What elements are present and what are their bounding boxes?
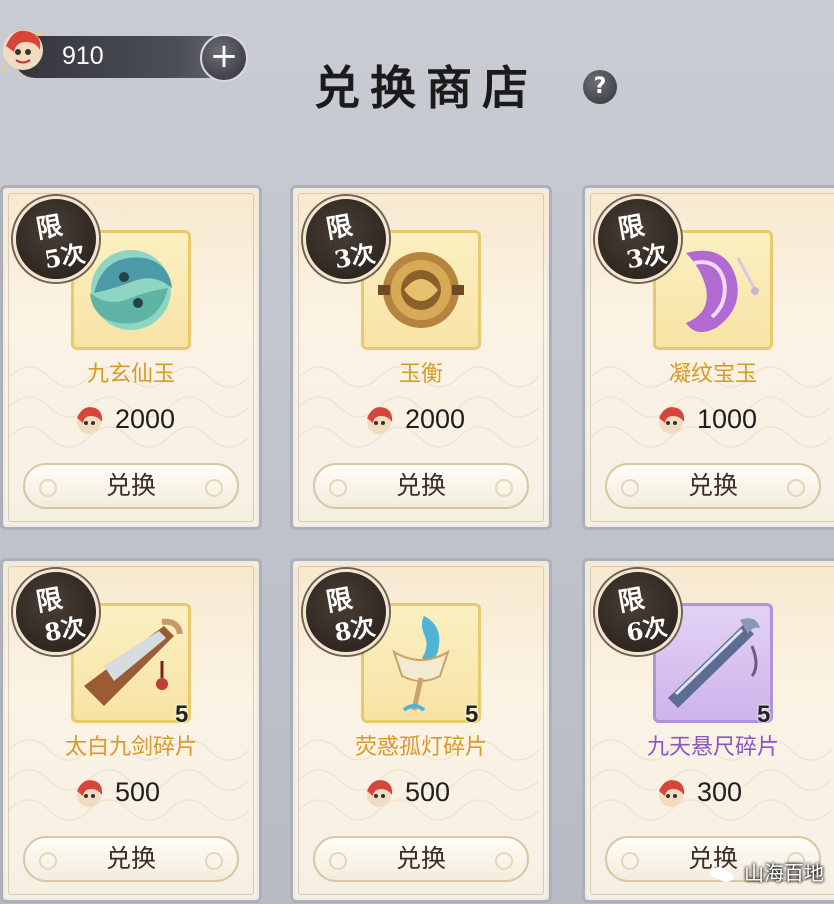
item-name: 荧惑孤灯碎片 bbox=[354, 735, 487, 760]
purchase-limit-badge: 限 5次 bbox=[13, 196, 99, 282]
exchange-token-icon bbox=[2, 30, 43, 70]
help-button[interactable]: ? bbox=[583, 70, 617, 104]
purchase-limit-badge: 限 8次 bbox=[13, 569, 99, 655]
price-row: 500 bbox=[3, 773, 259, 813]
exchange-token-icon bbox=[77, 407, 103, 434]
exchange-token-icon bbox=[77, 780, 103, 807]
shop-item-card-2: 限 3次 玉衡 2000 兑换 bbox=[290, 185, 552, 530]
price-row: 500 bbox=[293, 773, 549, 813]
item-price: 500 bbox=[115, 777, 161, 807]
limit-count: 3次 bbox=[624, 238, 670, 275]
purchase-limit-badge: 限 6次 bbox=[595, 569, 681, 655]
item-name: 九天悬尺碎片 bbox=[646, 735, 779, 760]
exchange-button[interactable]: 兑换 bbox=[313, 463, 529, 509]
limit-count: 6次 bbox=[624, 611, 670, 648]
item-price: 300 bbox=[697, 777, 743, 807]
shop-item-card-1: 限 5次 九玄仙玉 2000 兑换 bbox=[0, 185, 262, 530]
item-price: 1000 bbox=[697, 404, 758, 434]
watermark: 山海百地 bbox=[710, 857, 824, 886]
top-bar: 910 + 兑换商店 ? bbox=[0, 0, 834, 120]
limit-count: 3次 bbox=[332, 238, 378, 275]
exchange-token-icon bbox=[367, 407, 393, 434]
item-name: 九玄仙玉 bbox=[86, 362, 175, 387]
item-stack-count: 5 bbox=[465, 701, 479, 728]
shop-item-card-4: 限 8次 5 太白九剑碎片 500 兑换 bbox=[0, 558, 262, 903]
exchange-button[interactable]: 兑换 bbox=[23, 836, 239, 882]
price-row: 1000 bbox=[585, 400, 834, 440]
add-currency-button[interactable]: + bbox=[200, 34, 248, 82]
watermark-text: 山海百地 bbox=[744, 861, 824, 885]
purchase-limit-badge: 限 3次 bbox=[303, 196, 389, 282]
limit-count: 8次 bbox=[42, 611, 88, 648]
exchange-token-icon bbox=[659, 780, 685, 807]
item-price: 2000 bbox=[115, 404, 176, 434]
currency-amount: 910 bbox=[62, 42, 104, 70]
exchange-token-icon bbox=[367, 780, 393, 807]
item-stack-count: 5 bbox=[757, 701, 771, 728]
price-row: 300 bbox=[585, 773, 834, 813]
exchange-button[interactable]: 兑换 bbox=[605, 463, 821, 509]
limit-count: 8次 bbox=[332, 611, 378, 648]
page-title: 兑换商店 bbox=[314, 61, 538, 115]
shop-item-card-5: 限 8次 5 荧惑孤灯碎片 500 兑换 bbox=[290, 558, 552, 903]
price-row: 2000 bbox=[3, 400, 259, 440]
wechat-icon bbox=[710, 866, 733, 882]
price-row: 2000 bbox=[293, 400, 549, 440]
item-name: 玉衡 bbox=[398, 362, 443, 387]
item-price: 500 bbox=[405, 777, 451, 807]
item-name: 太白九剑碎片 bbox=[64, 735, 197, 760]
shop-item-card-3: 限 3次 凝纹宝玉 1000 兑换 bbox=[582, 185, 834, 530]
exchange-button[interactable]: 兑换 bbox=[23, 463, 239, 509]
purchase-limit-badge: 限 3次 bbox=[595, 196, 681, 282]
exchange-token-icon bbox=[659, 407, 685, 434]
purchase-limit-badge: 限 8次 bbox=[303, 569, 389, 655]
exchange-button[interactable]: 兑换 bbox=[313, 836, 529, 882]
limit-count: 5次 bbox=[42, 238, 88, 275]
item-stack-count: 5 bbox=[175, 701, 189, 728]
item-price: 2000 bbox=[405, 404, 466, 434]
shop-item-card-6: 限 6次 5 九天悬尺碎片 300 兑换 bbox=[582, 558, 834, 903]
item-name: 凝纹宝玉 bbox=[668, 362, 757, 387]
